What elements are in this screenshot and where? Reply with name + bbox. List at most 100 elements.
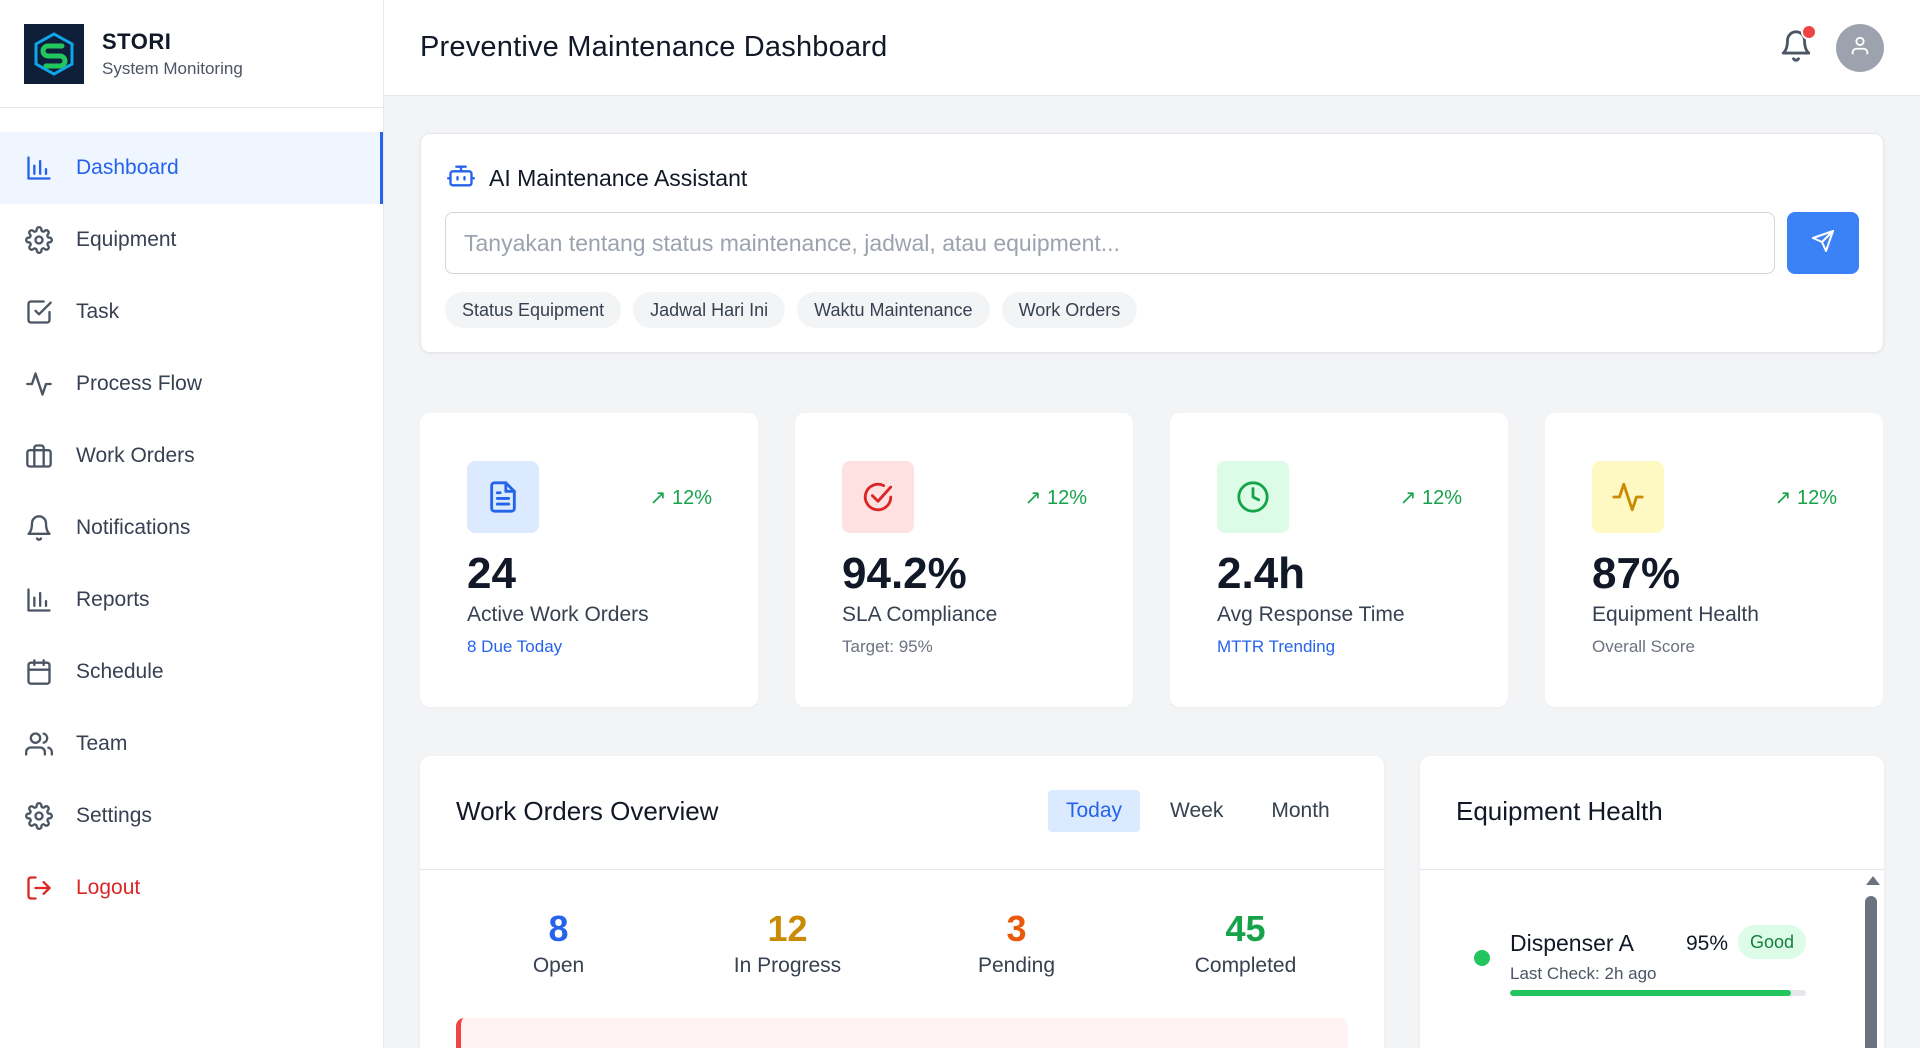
avatar[interactable] — [1836, 24, 1884, 72]
equipment-percent: 95% — [1686, 932, 1729, 955]
scroll-up-arrow-icon[interactable] — [1866, 876, 1880, 885]
stat-value: 2.4h — [1217, 549, 1306, 598]
brand-subtitle: System Monitoring — [102, 58, 243, 78]
brand-name: STORI — [102, 28, 172, 54]
sidebar-item-label: Logout — [76, 876, 141, 899]
status-badge: Good — [1738, 925, 1807, 959]
chip-work-orders[interactable]: Work Orders — [1001, 292, 1138, 328]
sidebar-item-label: Schedule — [76, 660, 164, 683]
health-progress-bar — [1510, 990, 1806, 996]
chip-waktu-maintenance[interactable]: Waktu Maintenance — [797, 292, 990, 328]
status-dot — [1474, 950, 1490, 966]
sidebar-item-label: Reports — [76, 588, 150, 611]
ai-assistant-card: AI Maintenance Assistant Status Equipmen… — [420, 133, 1884, 353]
sidebar-item-task[interactable]: Task — [0, 276, 383, 348]
summary-completed: 45 Completed — [1131, 908, 1360, 978]
summary-open: 8 Open — [444, 908, 673, 978]
sidebar-item-schedule[interactable]: Schedule — [0, 636, 383, 708]
sidebar-item-label: Process Flow — [76, 372, 203, 395]
stat-label: Avg Response Time — [1217, 603, 1405, 626]
equipment-name: Dispenser A — [1510, 930, 1635, 956]
last-check: Last Check: 2h ago — [1510, 964, 1657, 983]
page-title: Preventive Maintenance Dashboard — [420, 31, 888, 63]
summary-in-progress: 12 In Progress — [673, 908, 902, 978]
stat-card-equipment-health: ↗ 12% 87% Equipment Health Overall Score — [1545, 413, 1883, 707]
stat-label: Equipment Health — [1592, 603, 1759, 626]
stat-trend: ↗ 12% — [1774, 487, 1837, 509]
stat-value: 24 — [467, 549, 516, 598]
chip-status-equipment[interactable]: Status Equipment — [445, 292, 622, 328]
period-tabs: Today Week Month — [1048, 790, 1360, 832]
sidebar-item-process-flow[interactable]: Process Flow — [0, 348, 383, 420]
urgent-work-order-alert[interactable] — [456, 1018, 1348, 1048]
tab-month[interactable]: Month — [1253, 790, 1347, 832]
stat-sub[interactable]: 8 Due Today — [467, 637, 562, 657]
send-button[interactable] — [1787, 212, 1859, 274]
stat-value: 87% — [1592, 549, 1681, 598]
work-orders-overview-card: Work Orders Overview Today Week Month 8 … — [420, 756, 1384, 1048]
sidebar-item-logout[interactable]: Logout — [0, 852, 383, 924]
notification-badge — [1801, 24, 1817, 40]
health-progress-fill — [1510, 990, 1792, 996]
assistant-query-input[interactable] — [445, 212, 1775, 274]
stat-card-active-work-orders: ↗ 12% 24 Active Work Orders 8 Due Today — [420, 413, 758, 707]
send-icon — [1811, 229, 1835, 258]
scrollbar-thumb[interactable] — [1865, 896, 1877, 1048]
sidebar-item-equipment[interactable]: Equipment — [0, 204, 383, 276]
divider — [420, 869, 1384, 870]
summary-value: 45 — [1225, 908, 1266, 949]
summary-label: In Progress — [733, 954, 842, 977]
stat-sub[interactable]: MTTR Trending — [1217, 637, 1335, 657]
ai-assistant-title: AI Maintenance Assistant — [489, 165, 748, 191]
briefcase-icon — [24, 441, 54, 471]
sidebar-item-label: Task — [76, 300, 120, 323]
work-order-summary: 8 Open 12 In Progress 3 Pending 45 Compl… — [420, 908, 1384, 978]
sidebar-item-settings[interactable]: Settings — [0, 780, 383, 852]
sidebar-nav: Dashboard Equipment Task Process Flow Wo… — [0, 108, 383, 924]
stat-label: SLA Compliance — [842, 603, 998, 626]
scrollbar[interactable] — [1864, 876, 1880, 1048]
tab-week[interactable]: Week — [1152, 790, 1241, 832]
gear-icon — [24, 801, 54, 831]
gear-icon — [24, 225, 54, 255]
sidebar-item-dashboard[interactable]: Dashboard — [0, 132, 383, 204]
stat-card-sla-compliance: ↗ 12% 94.2% SLA Compliance Target: 95% — [795, 413, 1133, 707]
stat-trend: ↗ 12% — [1399, 487, 1462, 509]
stat-label: Active Work Orders — [467, 603, 649, 626]
user-icon — [1849, 35, 1871, 62]
top-header: Preventive Maintenance Dashboard — [384, 0, 1920, 96]
sidebar-item-notifications[interactable]: Notifications — [0, 492, 383, 564]
divider — [1420, 869, 1884, 870]
logout-icon — [24, 873, 54, 903]
bar-chart-icon — [24, 153, 54, 183]
bell-icon — [24, 513, 54, 543]
summary-label: Pending — [977, 954, 1056, 977]
summary-value: 3 — [1006, 908, 1027, 949]
sidebar-item-reports[interactable]: Reports — [0, 564, 383, 636]
sidebar-item-work-orders[interactable]: Work Orders — [0, 420, 383, 492]
quick-chips: Status Equipment Jadwal Hari Ini Waktu M… — [445, 292, 1138, 328]
stat-trend: ↗ 12% — [649, 487, 712, 509]
clock-icon — [1217, 461, 1289, 533]
activity-icon — [24, 369, 54, 399]
summary-value: 12 — [767, 908, 808, 949]
sidebar-item-label: Equipment — [76, 228, 177, 251]
bar-chart-icon — [24, 585, 54, 615]
robot-icon — [447, 162, 475, 195]
stat-card-avg-response-time: ↗ 12% 2.4h Avg Response Time MTTR Trendi… — [1170, 413, 1508, 707]
sidebar-item-label: Dashboard — [76, 156, 179, 179]
stat-trend: ↗ 12% — [1024, 487, 1087, 509]
sidebar: STORI System Monitoring Dashboard Equipm… — [0, 0, 384, 1048]
chip-jadwal-hari-ini[interactable]: Jadwal Hari Ini — [633, 292, 786, 328]
equipment-item[interactable]: Dispenser A 95% Good Last Check: 2h ago — [1420, 896, 1850, 1016]
sidebar-item-team[interactable]: Team — [0, 708, 383, 780]
sidebar-item-label: Settings — [76, 804, 152, 827]
summary-label: Completed — [1194, 954, 1297, 977]
sidebar-item-label: Team — [76, 732, 128, 755]
stat-sub: Overall Score — [1592, 637, 1695, 656]
equipment-health-title: Equipment Health — [1456, 796, 1663, 826]
tab-today[interactable]: Today — [1048, 790, 1141, 832]
sidebar-item-label: Work Orders — [76, 444, 195, 467]
sidebar-item-label: Notifications — [76, 516, 191, 539]
summary-label: Open — [532, 954, 585, 977]
